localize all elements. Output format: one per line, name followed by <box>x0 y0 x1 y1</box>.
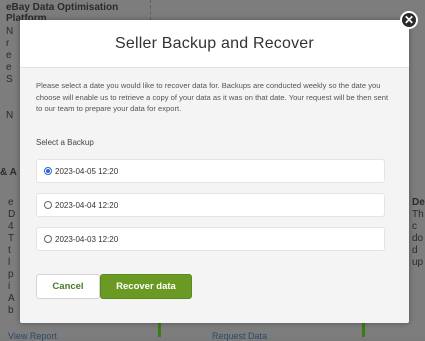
radio-unselected[interactable] <box>44 201 52 209</box>
bg-divider <box>150 0 151 20</box>
bg-request-data-link[interactable]: Request Data <box>212 331 267 341</box>
close-icon[interactable]: ✕ <box>400 11 418 29</box>
bg-amp-fragment: & A <box>0 167 17 178</box>
bg-accent-bar <box>362 323 365 337</box>
bg-left-fragment-n: N <box>6 110 14 121</box>
bg-accent-bar <box>158 323 161 337</box>
select-backup-label: Select a Backup <box>36 138 94 147</box>
cancel-button[interactable]: Cancel <box>36 274 100 299</box>
recover-data-button[interactable]: Recover data <box>100 274 192 299</box>
backup-option[interactable]: 2023-04-04 12:20 <box>36 193 385 217</box>
dialog-description: Please select a date you would like to r… <box>36 81 389 113</box>
dialog-title: Seller Backup and Recover <box>115 34 314 52</box>
backup-recover-dialog: Seller Backup and Recover Please select … <box>20 20 409 323</box>
backup-option-label: 2023-04-04 12:20 <box>55 200 119 210</box>
backup-option[interactable]: 2023-04-05 12:20 <box>36 159 385 183</box>
bg-right-fragments: De Th c do d up <box>412 197 425 268</box>
backup-option-label: 2023-04-05 12:20 <box>55 166 119 176</box>
radio-selected[interactable] <box>44 167 52 175</box>
backup-option-label: 2023-04-03 12:20 <box>55 234 119 244</box>
radio-unselected[interactable] <box>44 235 52 243</box>
dialog-header: Seller Backup and Recover <box>20 20 409 68</box>
backup-option[interactable]: 2023-04-03 12:20 <box>36 227 385 251</box>
bg-left-col2: e D 4 T t l p i A b <box>8 197 16 316</box>
bg-left-fragments: N r e e S <box>6 26 14 85</box>
bg-view-report-link[interactable]: View Report <box>8 331 57 341</box>
